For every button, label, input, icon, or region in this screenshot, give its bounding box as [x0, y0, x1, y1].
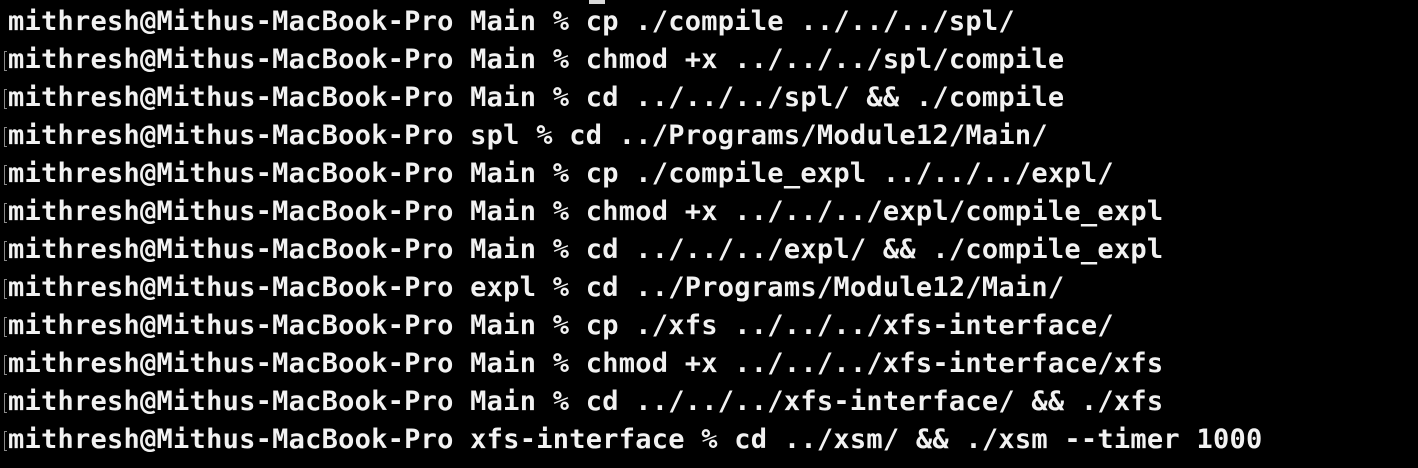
- command-mark-icon: [4, 317, 7, 337]
- terminal-line: mithresh@Mithus-MacBook-Pro Main % cd ..…: [4, 383, 1418, 421]
- terminal-line: mithresh@Mithus-MacBook-Pro Main % chmod…: [4, 193, 1418, 231]
- prompt-symbol: %: [552, 310, 570, 341]
- prompt-directory: Main: [470, 44, 537, 75]
- command-mark-icon: [4, 165, 7, 185]
- terminal-window[interactable]: mithresh@Mithus-MacBook-Pro Main % cp ./…: [0, 0, 1418, 468]
- terminal-line: mithresh@Mithus-MacBook-Pro Main % cd ..…: [4, 79, 1418, 117]
- prompt-user-host: mithresh@Mithus-MacBook-Pro: [8, 348, 454, 379]
- command-text: cp ./compile ../../../spl/: [585, 6, 1015, 37]
- prompt-user-host: mithresh@Mithus-MacBook-Pro: [8, 424, 454, 455]
- prompt-user-host: mithresh@Mithus-MacBook-Pro: [8, 310, 454, 341]
- command-mark-icon: [4, 89, 7, 109]
- prompt-symbol: %: [701, 424, 718, 455]
- prompt-directory: Main: [470, 196, 537, 227]
- prompt-symbol: %: [552, 82, 570, 113]
- terminal-line: mithresh@Mithus-MacBook-Pro expl % cd ..…: [4, 269, 1418, 307]
- prompt-user-host: mithresh@Mithus-MacBook-Pro: [8, 6, 454, 37]
- prompt-symbol: %: [552, 6, 570, 37]
- terminal-line: mithresh@Mithus-MacBook-Pro Main % chmod…: [4, 345, 1418, 383]
- command-mark-icon: [4, 241, 7, 261]
- prompt-directory: xfs-interface: [470, 424, 685, 455]
- prompt-symbol: %: [552, 386, 570, 417]
- prompt-directory: Main: [470, 310, 537, 341]
- command-mark-icon: [4, 51, 7, 71]
- prompt-symbol: %: [552, 348, 570, 379]
- command-mark-icon: [4, 127, 7, 147]
- prompt-symbol: %: [536, 120, 553, 151]
- prompt-user-host: mithresh@Mithus-MacBook-Pro: [8, 386, 454, 417]
- prompt-symbol: %: [552, 272, 570, 303]
- command-text: chmod +x ../../../xfs-interface/xfs: [585, 348, 1164, 379]
- command-text: cd ../../../expl/ && ./compile_expl: [585, 234, 1164, 265]
- prompt-user-host: mithresh@Mithus-MacBook-Pro: [8, 44, 454, 75]
- terminal-line: mithresh@Mithus-MacBook-Pro xfs-interfac…: [4, 421, 1418, 459]
- prompt-symbol: %: [552, 196, 570, 227]
- prompt-user-host: mithresh@Mithus-MacBook-Pro: [8, 158, 454, 189]
- command-text: cd ../Programs/Module12/Main/: [569, 120, 1048, 151]
- prompt-symbol: %: [552, 44, 570, 75]
- prompt-directory: Main: [470, 348, 537, 379]
- prompt-symbol: %: [552, 234, 570, 265]
- prompt-directory: expl: [470, 272, 537, 303]
- prompt-directory: Main: [470, 6, 537, 37]
- terminal-line: mithresh@Mithus-MacBook-Pro Main % cp ./…: [4, 307, 1418, 345]
- command-text: cd ../Programs/Module12/Main/: [585, 272, 1065, 303]
- command-text: cd ../../../spl/ && ./compile: [585, 82, 1065, 113]
- terminal-line: mithresh@Mithus-MacBook-Pro Main % cp ./…: [4, 155, 1418, 193]
- command-text: cp ./xfs ../../../xfs-interface/: [585, 310, 1114, 341]
- command-mark-icon: [4, 393, 7, 413]
- terminal-line: mithresh@Mithus-MacBook-Pro Main % cd ..…: [4, 231, 1418, 269]
- command-mark-icon: [4, 431, 7, 451]
- prompt-directory: Main: [470, 158, 537, 189]
- prompt-user-host: mithresh@Mithus-MacBook-Pro: [8, 120, 454, 151]
- prompt-directory: Main: [470, 234, 537, 265]
- terminal-line: mithresh@Mithus-MacBook-Pro Main % chmod…: [4, 41, 1418, 79]
- prompt-directory: Main: [470, 82, 537, 113]
- command-text: cd ../../../xfs-interface/ && ./xfs: [585, 386, 1164, 417]
- prompt-symbol: %: [552, 158, 570, 189]
- command-mark-icon: [4, 355, 7, 375]
- command-text: cd ../xsm/ && ./xsm --timer 1000: [734, 424, 1263, 455]
- command-mark-icon: [4, 203, 7, 223]
- prompt-user-host: mithresh@Mithus-MacBook-Pro: [8, 234, 454, 265]
- prompt-directory: Main: [470, 386, 537, 417]
- terminal-line: mithresh@Mithus-MacBook-Pro spl % cd ../…: [4, 117, 1418, 155]
- prompt-user-host: mithresh@Mithus-MacBook-Pro: [8, 82, 454, 113]
- prompt-user-host: mithresh@Mithus-MacBook-Pro: [8, 272, 454, 303]
- command-text: chmod +x ../../../expl/compile_expl: [585, 196, 1164, 227]
- prompt-directory: spl: [470, 120, 520, 151]
- prompt-user-host: mithresh@Mithus-MacBook-Pro: [8, 196, 454, 227]
- terminal-line: mithresh@Mithus-MacBook-Pro Main % cp ./…: [8, 3, 1418, 41]
- terminal-output[interactable]: mithresh@Mithus-MacBook-Pro Main % cp ./…: [4, 3, 1418, 459]
- command-text: chmod +x ../../../spl/compile: [585, 44, 1065, 75]
- command-mark-icon: [4, 279, 7, 299]
- command-text: cp ./compile_expl ../../../expl/: [585, 158, 1114, 189]
